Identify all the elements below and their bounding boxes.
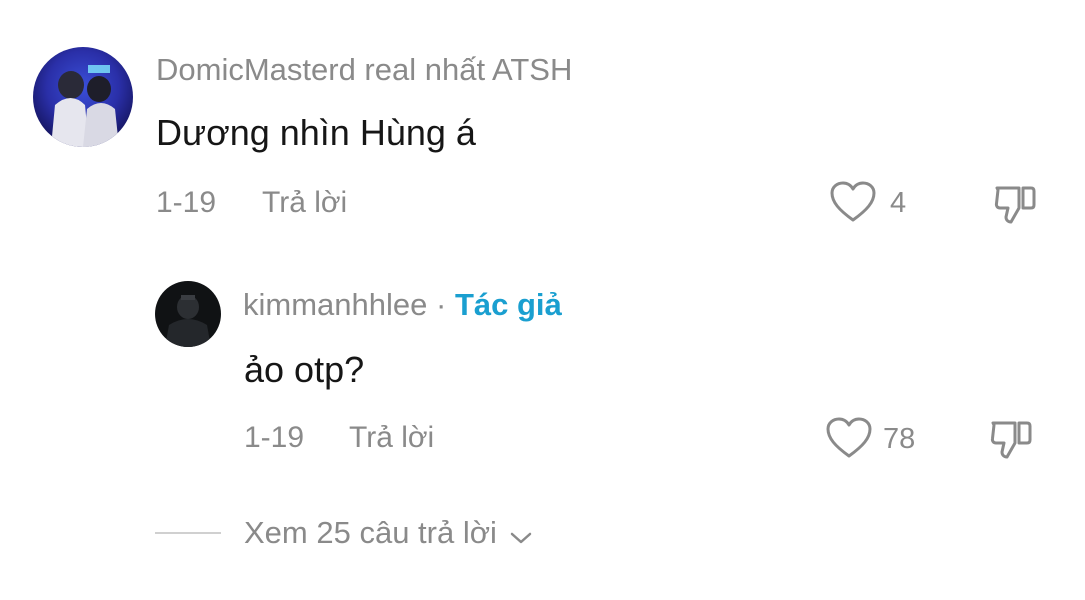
reply-text: ảo otp? (244, 349, 365, 390)
heart-outline-icon[interactable] (829, 180, 877, 224)
author-badge: Tác giả (454, 287, 562, 322)
like-count: 78 (883, 423, 916, 455)
reply-username-line: kimmanhhlee · Tác giả (243, 287, 562, 323)
reply-button[interactable]: Trả lời (349, 421, 434, 455)
comment-username[interactable]: DomicMasterd real nhất ATSH (156, 52, 572, 88)
view-more-replies-button[interactable]: Xem 25 câu trả lời (244, 515, 532, 553)
comment-text: Dương nhìn Hùng á (156, 112, 476, 153)
comment-date: 1-19 (156, 186, 217, 219)
chevron-down-icon (510, 517, 532, 553)
heart-outline-icon[interactable] (825, 416, 873, 460)
separator-dot: · (436, 287, 447, 322)
divider-line (155, 532, 221, 534)
reply-username[interactable]: kimmanhhlee (243, 287, 427, 322)
thumbs-down-icon[interactable] (993, 182, 1039, 226)
avatar[interactable] (33, 47, 133, 147)
like-count: 4 (890, 187, 907, 219)
reply-button[interactable]: Trả lời (262, 186, 347, 220)
avatar[interactable] (155, 281, 221, 347)
thumbs-down-icon[interactable] (989, 417, 1035, 461)
reply-date: 1-19 (244, 421, 305, 454)
view-more-replies-label: Xem 25 câu trả lời (244, 515, 497, 550)
